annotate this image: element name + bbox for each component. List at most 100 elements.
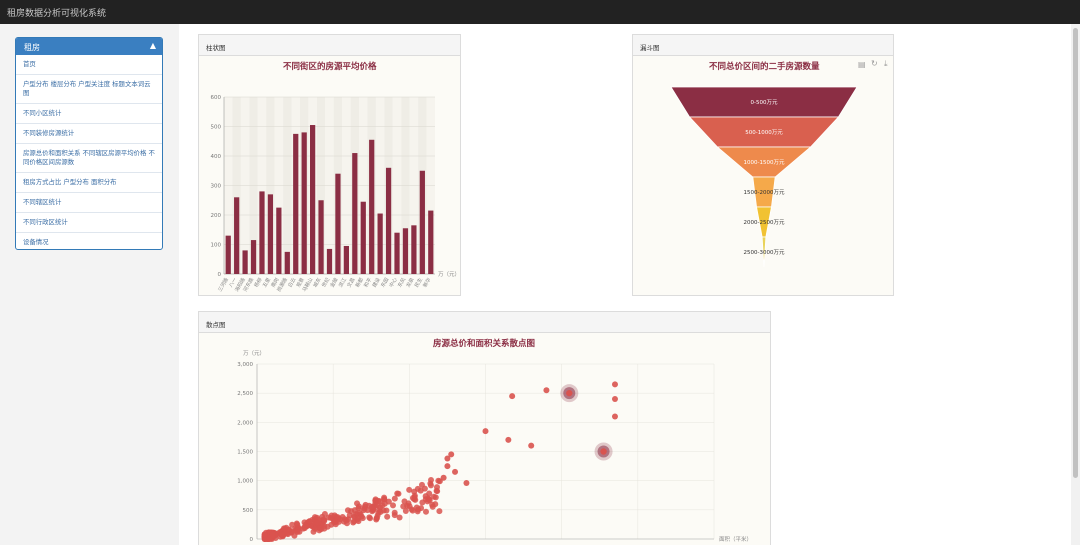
scatter-point xyxy=(294,521,301,528)
scatter-x-axis-label: 面积（平米） xyxy=(719,535,752,543)
bar-y-tick-label: 600 xyxy=(211,95,222,101)
scatter-point xyxy=(362,501,369,508)
scatter-point xyxy=(448,451,455,458)
chevron-up-icon[interactable]: ▲ xyxy=(150,41,156,50)
scatter-point xyxy=(306,518,313,525)
app-title[interactable]: 租房数据分析可视化系统 xyxy=(7,6,106,19)
scatter-point xyxy=(343,517,350,524)
bar xyxy=(394,232,400,274)
sidebar-item-district[interactable]: 不同辖区统计 xyxy=(16,193,162,213)
sidebar-item-community[interactable]: 不同小区统计 xyxy=(16,104,162,124)
funnel-chart: 0-500万元 500-1000万元 1000-1500万元 1500-2000万元 2… xyxy=(670,86,858,268)
scatter-point xyxy=(350,513,357,520)
scatter-point xyxy=(411,492,418,499)
scatter-y-axis-label: 万（元） xyxy=(243,350,265,357)
funnel-label: 500-1000万元 xyxy=(745,129,783,136)
bar xyxy=(343,245,349,274)
bar-y-tick-label: 300 xyxy=(211,184,222,190)
bar-x-tick-label: 新华 xyxy=(421,277,432,289)
funnel-label: 0-500万元 xyxy=(751,99,778,106)
bar-y-tick-label: 0 xyxy=(218,272,222,278)
scatter-point xyxy=(321,516,328,523)
scatter-point xyxy=(611,413,618,420)
funnel-label: 2500-3000万元 xyxy=(744,249,785,256)
scatter-point xyxy=(429,503,436,510)
funnel-label: 1000-1500万元 xyxy=(744,159,785,166)
scatter-point xyxy=(384,513,391,520)
scatter-chart: 万（元） 0 500 1,000 1,500 2,000 2,500 3,000 面积（平米） xyxy=(237,350,752,543)
scatter-y-tick-label: 1,000 xyxy=(237,479,253,485)
scatter-highlight-point xyxy=(566,389,573,397)
bar xyxy=(326,248,333,274)
bar-panel-heading: 柱状图 xyxy=(199,35,460,56)
scatter-point xyxy=(430,493,437,500)
bar xyxy=(301,132,307,274)
scatter-point xyxy=(391,495,398,502)
scatter-point xyxy=(373,515,380,522)
scatter-y-tick-label: 2,000 xyxy=(237,420,253,426)
scatter-point xyxy=(356,503,363,510)
funnel-chart-panel: 漏斗图 不同总价区间的二手房源数量 ▤ ↻ ⤓ 0-500万元 500-1000万… xyxy=(632,34,894,296)
scatter-point xyxy=(396,514,403,521)
scatter-chart-panel: 散点图 房源总价和面积关系散点图 万（元） 0 500 1,000 1,500 2,000… xyxy=(198,311,771,545)
scatter-point xyxy=(509,393,516,400)
scatter-point xyxy=(528,442,535,449)
sidebar-header[interactable]: 租房 ▲ xyxy=(16,38,162,55)
bar-y-tick-label: 200 xyxy=(211,213,222,219)
scatter-point xyxy=(282,525,289,532)
scatter-point xyxy=(328,512,335,519)
bar-y-tick-label: 100 xyxy=(211,243,222,249)
scatter-point xyxy=(376,504,383,511)
bar xyxy=(318,200,324,274)
scatter-point xyxy=(296,528,303,535)
scatter-point xyxy=(413,504,420,511)
scatter-point xyxy=(419,499,426,506)
sidebar-item-decoration[interactable]: 不同装修房源统计 xyxy=(16,124,162,144)
sidebar-header-label: 租房 xyxy=(24,43,40,52)
bar-unit-label: 万（元） xyxy=(438,271,460,278)
sidebar-item-price[interactable]: 房源总价和面积关系 不同辖区房源平均价格 不同价格区间房源数 xyxy=(16,144,162,173)
scatter-point xyxy=(366,514,373,521)
funnel-label: 1500-2000万元 xyxy=(744,189,785,196)
scatter-point xyxy=(385,498,392,505)
scatter-point xyxy=(452,468,459,475)
sidebar-item-rent-mode[interactable]: 租房方式占比 户型分布 面积分布 xyxy=(16,173,162,193)
scatter-point xyxy=(395,490,402,497)
scatter-y-tick-label: 500 xyxy=(243,508,254,514)
scatter-point xyxy=(611,381,618,388)
scatter-point xyxy=(391,509,398,516)
scatter-y-tick-label: 0 xyxy=(250,537,254,543)
bar-chart: 0100200300400500600三河路八一海阳路河东路杨柳五里南岗岗源路白… xyxy=(211,95,461,293)
bar xyxy=(428,210,434,274)
bar xyxy=(225,235,231,274)
scatter-point xyxy=(370,503,377,510)
sidebar-menu: 租房 ▲ 首页 户型分布 楼层分布 户型关注度 标题文本词云图 不同小区统计 不… xyxy=(15,37,163,250)
bar xyxy=(267,194,274,274)
scatter-point xyxy=(404,502,411,509)
bar xyxy=(234,197,240,274)
sidebar-item-layout[interactable]: 户型分布 楼层分布 户型关注度 标题文本词云图 xyxy=(16,75,162,104)
sidebar-item-home[interactable]: 首页 xyxy=(16,55,162,75)
bar xyxy=(242,250,248,274)
bar xyxy=(284,251,290,274)
bar xyxy=(360,201,366,274)
scatter-point xyxy=(433,487,440,494)
top-navbar: 租房数据分析可视化系统 xyxy=(0,0,1080,24)
scatter-point xyxy=(505,436,512,443)
bar-y-tick-label: 500 xyxy=(211,125,222,131)
funnel-panel-heading: 漏斗图 xyxy=(633,35,893,56)
scatter-point xyxy=(312,525,319,532)
scatter-point xyxy=(436,508,443,515)
bar xyxy=(310,125,316,275)
scatter-point xyxy=(261,531,268,538)
scatter-highlight-point xyxy=(600,448,607,455)
scatter-y-tick-label: 2,500 xyxy=(237,391,253,397)
scatter-panel-heading: 散点图 xyxy=(199,312,770,333)
bar xyxy=(335,173,341,274)
scatter-point xyxy=(344,507,351,514)
scatter-point xyxy=(422,508,429,515)
scatter-point xyxy=(402,507,409,514)
sidebar-item-equipment[interactable]: 设备情况 xyxy=(16,233,162,249)
sidebar-item-admin-area[interactable]: 不同行政区统计 xyxy=(16,213,162,233)
scrollbar-thumb[interactable] xyxy=(1073,28,1078,478)
